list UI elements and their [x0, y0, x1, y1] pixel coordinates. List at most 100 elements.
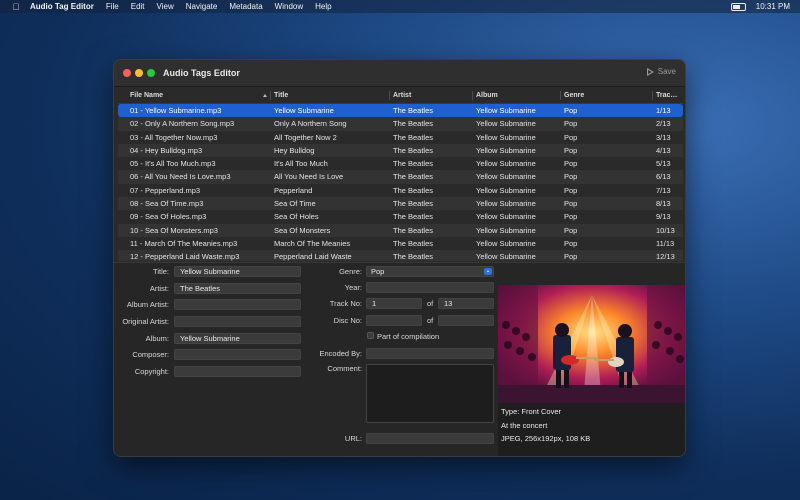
artwork-type: Type: Front Cover — [501, 407, 562, 416]
zoom-button[interactable] — [147, 69, 155, 77]
cell-title: Sea Of Time — [274, 199, 316, 209]
original-artist-label: Original Artist: — [122, 317, 169, 326]
cell-album: Yellow Submarine — [476, 172, 536, 182]
cell-album: Yellow Submarine — [476, 119, 536, 129]
column-divider[interactable] — [560, 91, 561, 100]
cell-title: All You Need Is Love — [274, 172, 344, 182]
cell-title: Sea Of Holes — [274, 212, 319, 222]
cell-genre: Pop — [564, 119, 578, 129]
menu-edit[interactable]: Edit — [131, 2, 145, 11]
column-header-title[interactable]: Title — [274, 92, 386, 99]
disc-total-field[interactable] — [438, 315, 494, 326]
copyright-field[interactable] — [174, 366, 301, 377]
cell-track: 11/13 — [656, 238, 675, 248]
title-label: Title: — [153, 267, 169, 276]
album-field[interactable]: Yellow Submarine — [174, 333, 301, 344]
cell-artist: The Beatles — [393, 238, 434, 248]
cell-file-name: 09 - Sea Of Holes.mp3 — [130, 212, 207, 222]
menu-metadata[interactable]: Metadata — [229, 2, 262, 11]
sort-ascending-icon — [263, 94, 267, 97]
encoded-by-field[interactable] — [366, 348, 494, 359]
cell-track: 10/13 — [656, 225, 675, 235]
minimize-button[interactable] — [135, 69, 143, 77]
save-button[interactable]: Save — [646, 67, 676, 76]
table-row[interactable]: 01 - Yellow Submarine.mp3 Yellow Submarin… — [118, 104, 683, 118]
column-header-file-name[interactable]: File Name — [130, 92, 270, 99]
cell-track: 6/13 — [656, 172, 671, 182]
table-row[interactable]: 12 - Pepperland Laid Waste.mp3 Pepperland… — [118, 250, 683, 261]
compilation-checkbox[interactable] — [367, 332, 374, 339]
column-header-artist[interactable]: Artist — [393, 92, 471, 99]
column-divider[interactable] — [270, 91, 271, 100]
cell-track: 2/13 — [656, 119, 671, 129]
genre-value: Pop — [371, 267, 385, 276]
menu-app-name[interactable]: Audio Tag Editor — [30, 2, 94, 11]
compilation-label[interactable]: Part of compilation — [377, 332, 439, 341]
artwork-description: At the concert — [501, 421, 548, 430]
menu-file[interactable]: File — [106, 2, 119, 11]
close-button[interactable] — [123, 69, 131, 77]
composer-field[interactable] — [174, 349, 301, 360]
album-artist-field[interactable] — [174, 299, 301, 310]
save-label: Save — [657, 67, 676, 76]
artist-label: Artist: — [149, 284, 169, 293]
table-body: 01 - Yellow Submarine.mp3 Yellow Submarin… — [118, 104, 683, 261]
table-row[interactable]: 09 - Sea Of Holes.mp3 Sea Of Holes The Bea… — [118, 210, 683, 223]
composer-label: Composer: — [132, 350, 169, 359]
table-row[interactable]: 08 - Sea Of Time.mp3 Sea Of Time The Beatl… — [118, 197, 683, 211]
cell-file-name: 12 - Pepperland Laid Waste.mp3 — [130, 252, 240, 261]
cell-album: Yellow Submarine — [476, 199, 536, 209]
table-row[interactable]: 11 - March Of The Meanies.mp3 March Of Th… — [118, 237, 683, 250]
table-row[interactable]: 03 - All Together Now.mp3 All Together No… — [118, 131, 683, 144]
encoded-by-label: Encoded By: — [319, 349, 362, 358]
cell-album: Yellow Submarine — [476, 106, 536, 115]
column-divider[interactable] — [652, 91, 653, 100]
url-label: URL: — [344, 434, 362, 443]
table-row[interactable]: 07 - Pepperland.mp3 Pepperland The Beatles… — [118, 184, 683, 197]
table-row[interactable]: 05 - It's All Too Much.mp3 It's All Too M… — [118, 157, 683, 170]
title-field[interactable]: Yellow Submarine — [174, 266, 301, 277]
original-artist-field[interactable] — [174, 316, 301, 327]
cell-file-name: 01 - Yellow Submarine.mp3 — [130, 106, 222, 115]
copyright-label: Copyright: — [134, 367, 169, 376]
disc-no-field[interactable] — [366, 315, 422, 326]
cell-artist: The Beatles — [393, 225, 434, 235]
menubar-clock[interactable]: 10:31 PM — [756, 2, 790, 11]
cell-genre: Pop — [564, 212, 578, 222]
column-divider[interactable] — [389, 91, 390, 100]
table-row[interactable]: 10 - Sea Of Monsters.mp3 Sea Of Monsters T… — [118, 223, 683, 237]
disc-no-label: Disc No: — [333, 316, 362, 325]
track-no-field[interactable]: 1 — [366, 298, 422, 309]
table-row[interactable]: 04 - Hey Bulldog.mp3 Hey Bulldog The Beatl… — [118, 143, 683, 158]
column-header-album[interactable]: Album — [476, 92, 560, 99]
url-field[interactable] — [366, 433, 494, 444]
table-row[interactable]: 02 - Only A Northern Song.mp3 Only A Nort… — [118, 117, 683, 131]
cell-track: 4/13 — [656, 145, 671, 155]
comment-field[interactable] — [366, 364, 494, 423]
cell-artist: The Beatles — [393, 185, 434, 195]
column-header-genre[interactable]: Genre — [564, 92, 648, 99]
cell-artist: The Beatles — [393, 212, 434, 222]
cell-artist: The Beatles — [393, 159, 434, 169]
menu-navigate[interactable]: Navigate — [186, 2, 218, 11]
column-header-track[interactable]: Trac… — [656, 92, 682, 99]
genre-select[interactable]: Pop ⌄ — [366, 266, 494, 277]
title-bar: Audio Tags Editor Save — [114, 60, 685, 87]
cell-file-name: 04 - Hey Bulldog.mp3 — [130, 145, 203, 155]
apple-icon[interactable]:  — [10, 2, 22, 12]
battery-icon[interactable] — [730, 2, 746, 11]
menu-help[interactable]: Help — [315, 2, 331, 11]
year-field[interactable] — [366, 282, 494, 293]
menu-window[interactable]: Window — [275, 2, 303, 11]
cell-album: Yellow Submarine — [476, 252, 536, 261]
column-divider[interactable] — [472, 91, 473, 100]
menu-view[interactable]: View — [157, 2, 174, 11]
artist-field[interactable]: The Beatles — [174, 283, 301, 294]
table-row[interactable]: 06 - All You Need Is Love.mp3 All You Nee… — [118, 170, 683, 184]
track-total-field[interactable]: 13 — [438, 298, 494, 309]
app-window: Audio Tags Editor Save File Name Title A… — [113, 59, 686, 457]
cover-art-image[interactable] — [498, 285, 685, 403]
cell-genre: Pop — [564, 132, 578, 142]
file-table[interactable]: File Name Title Artist Album Genre Trac…… — [118, 88, 683, 261]
cell-file-name: 03 - All Together Now.mp3 — [130, 132, 218, 142]
